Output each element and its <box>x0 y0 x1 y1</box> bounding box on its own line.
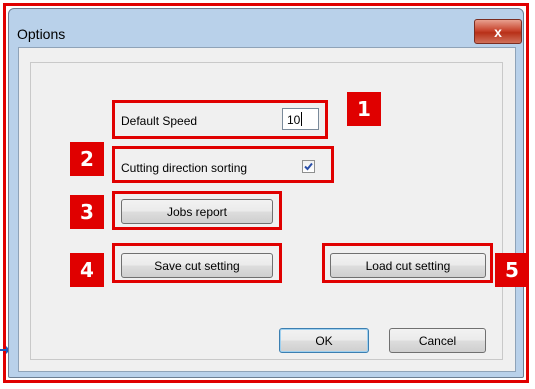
annotation-marker-5: 5 <box>495 253 529 287</box>
close-button[interactable]: x <box>474 19 522 44</box>
ok-button[interactable]: OK <box>279 328 369 353</box>
annotation-box-5 <box>322 243 493 283</box>
annotation-box-2 <box>112 146 334 183</box>
cancel-button[interactable]: Cancel <box>389 328 486 353</box>
annotation-box-4 <box>112 243 282 283</box>
annotation-marker-4: 4 <box>70 253 104 287</box>
annotation-marker-1: 1 <box>347 92 381 126</box>
annotation-marker-2: 2 <box>70 142 104 176</box>
annotation-box-3 <box>112 191 282 230</box>
close-icon: x <box>494 23 502 40</box>
dialog-title: Options <box>17 26 66 42</box>
annotation-box-1 <box>112 100 328 139</box>
annotation-marker-3: 3 <box>70 195 104 229</box>
